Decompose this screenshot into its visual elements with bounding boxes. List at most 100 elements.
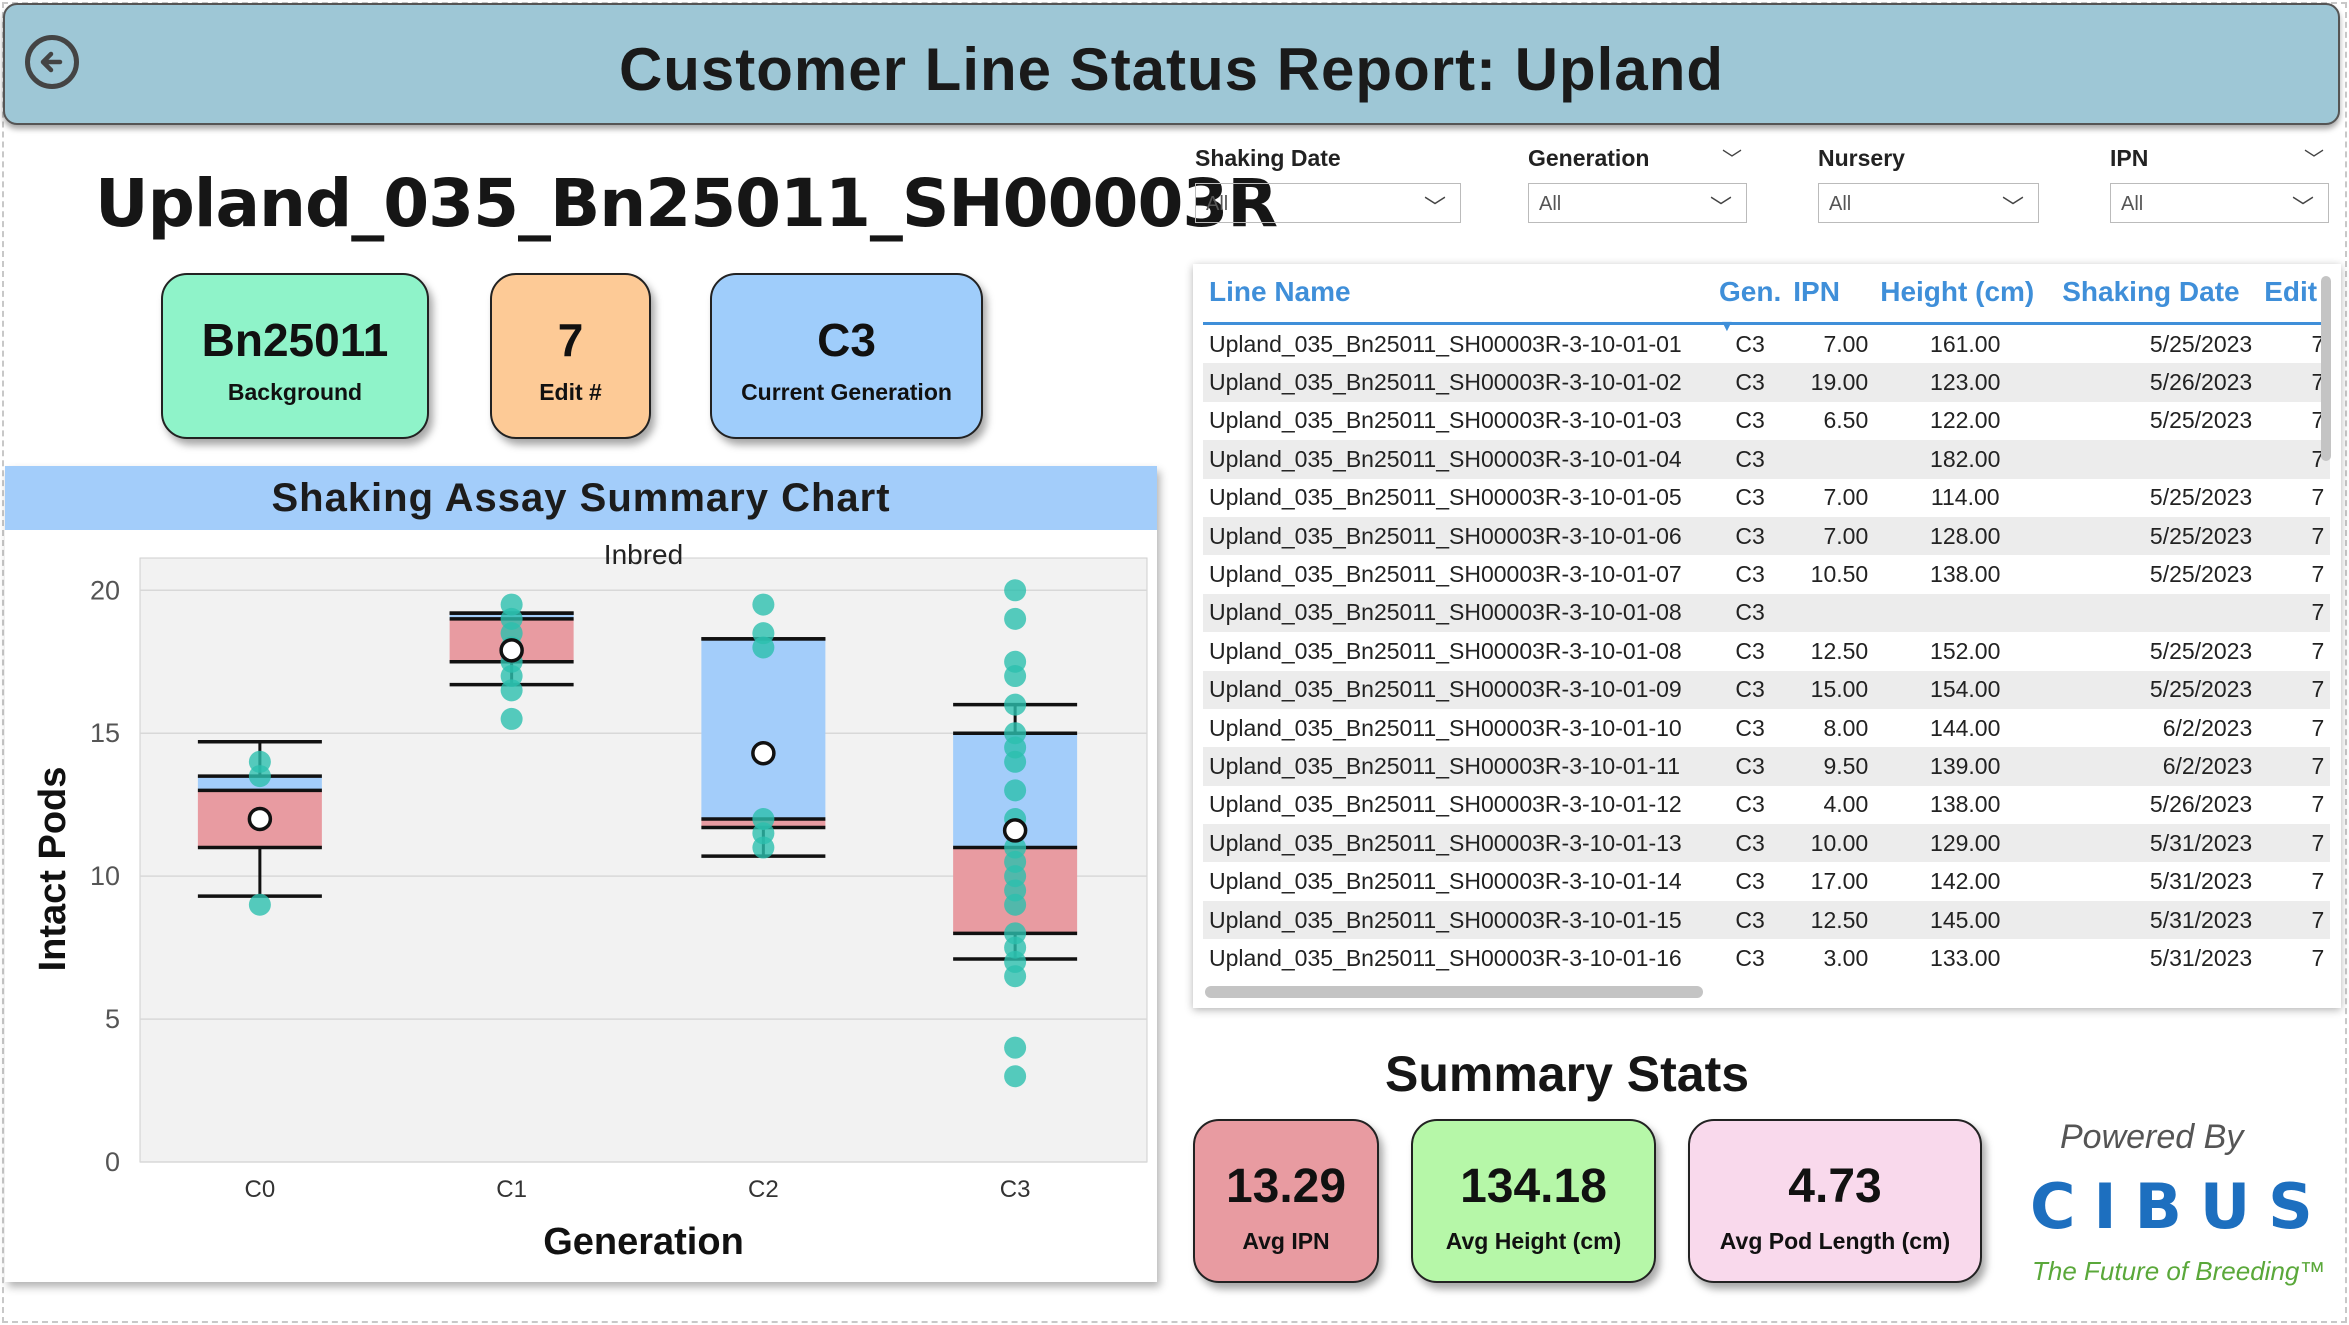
table-cell [1787,593,1875,633]
data-point [1004,693,1027,716]
table-cell: 7 [2258,900,2331,940]
column-header-height[interactable]: Height (cm) [1874,276,2057,325]
filter-shaking-date[interactable]: Shaking Date All ﹀ [1195,145,1461,223]
avg-ipn-label: Avg IPN [1242,1228,1330,1254]
table-row[interactable]: Upland_035_Bn25011_SH00003R-3-10-01-01 C3… [1203,324,2330,364]
table-cell: 5/25/2023 [2149,484,2253,511]
table-cell: Upland_035_Bn25011_SH00003R-3-10-01-10 [1209,714,1682,741]
filter-nursery[interactable]: Nursery All ﹀ [1818,145,2039,223]
avg-height-value: 134.18 [1460,1160,1607,1213]
table-cell: 182.00 [1874,440,2057,479]
table-cell: Upland_035_Bn25011_SH00003R-3-10-01-03 [1209,407,1682,434]
summary-stats-title: Summary Stats [1385,1046,1750,1102]
table-cell: 154.00 [1874,670,2057,709]
data-point [248,750,271,773]
table-row[interactable]: Upland_035_Bn25011_SH00003R-3-10-01-06 C3… [1203,516,2331,556]
table-cell: C3 [1735,868,1765,895]
data-point [500,707,523,730]
horizontal-scrollbar[interactable] [1205,986,1703,998]
table-cell: Upland_035_Bn25011_SH00003R-3-10-01-04 [1203,440,1713,479]
table-cell: 6/2/2023 [2056,747,2259,786]
table-cell: 12.50 [1787,900,1875,940]
table-row[interactable]: Upland_035_Bn25011_SH00003R-3-10-01-15 C3… [1203,900,2331,940]
table-cell: 128.00 [1874,516,2057,556]
table-cell: 5/25/2023 [2056,670,2259,709]
table-cell: 7 [2311,791,2325,818]
table-cell: Upland_035_Bn25011_SH00003R-3-10-01-08 [1203,593,1713,633]
table-row[interactable]: Upland_035_Bn25011_SH00003R-3-10-01-09 C3… [1203,670,2331,709]
table-cell: Upland_035_Bn25011_SH00003R-3-10-01-07 [1209,561,1682,588]
table-cell: C3 [1735,791,1765,818]
table-cell: 5/25/2023 [2149,407,2253,434]
table-cell: Upland_035_Bn25011_SH00003R-3-10-01-05 [1209,484,1682,511]
table-cell: 6.50 [1823,407,1869,434]
table-cell: 12.50 [1810,637,1869,664]
filter-generation[interactable]: Generation ﹀ All ﹀ [1528,145,1747,223]
table-row[interactable]: Upland_035_Bn25011_SH00003R-3-10-01-08 C3… [1203,632,2330,670]
avg-height-card: 134.18 Avg Height (cm) [1411,1119,1656,1283]
table-cell: C3 [1735,944,1765,971]
y-axis-label: Intact Pods [32,767,74,972]
table-cell: 7.00 [1823,330,1869,357]
table-cell: C3 [1713,670,1788,709]
filter-dropdown[interactable]: All ﹀ [1528,183,1747,223]
table-cell: 10.50 [1810,561,1869,588]
table-cell: C3 [1735,407,1765,434]
table-cell: 15.00 [1787,670,1875,709]
column-header-gen[interactable]: Gen. ▼ [1713,276,1788,335]
table-cell: 7 [2258,824,2331,863]
filter-label: Shaking Date [1195,145,1341,171]
filter-dropdown[interactable]: All ﹀ [2110,183,2329,223]
table-cell: 6/2/2023 [2162,714,2253,741]
vertical-scrollbar[interactable] [2321,276,2331,461]
table-body: Upland_035_Bn25011_SH00003R-3-10-01-01 C3… [1203,324,2331,978]
table-cell: C3 [1735,484,1765,511]
cibus-logo: CIBUS [2030,1170,2331,1243]
filter-value: All [1829,193,1852,215]
column-header-edit[interactable]: Edit [2258,276,2331,325]
generation-label: Current Generation [741,379,952,405]
table-cell: Upland_035_Bn25011_SH00003R-3-10-01-12 [1209,791,1682,818]
table-cell: Upland_035_Bn25011_SH00003R-3-10-01-13 [1203,824,1713,863]
shaking-chart-panel: Shaking Assay Summary Chart 0 5 10 15 20 Inbr… [5,466,1157,1282]
table-row[interactable]: Upland_035_Bn25011_SH00003R-3-10-01-13 C3… [1203,824,2331,863]
table-row[interactable]: Upland_035_Bn25011_SH00003R-3-10-01-16 C3… [1203,939,2330,977]
x-axis-label: Generation [543,1221,744,1263]
chevron-down-icon[interactable]: ﹀ [1722,143,1742,172]
background-card: Bn25011 Background [161,273,429,439]
chevron-down-icon[interactable]: ﹀ [2304,143,2324,172]
data-point [1004,579,1027,602]
column-header-label: Gen. [1719,276,1782,307]
table-cell: 122.00 [1930,407,2001,434]
table-row[interactable]: Upland_035_Bn25011_SH00003R-3-10-01-08 C3… [1203,593,2331,633]
table-row[interactable]: Upland_035_Bn25011_SH00003R-3-10-01-10 C3… [1203,709,2330,747]
table-cell: 7 [2311,484,2325,511]
filter-dropdown[interactable]: All ﹀ [1195,183,1461,223]
sort-descending-icon: ▼ [1719,318,1735,335]
table-row[interactable]: Upland_035_Bn25011_SH00003R-3-10-01-12 C3… [1203,786,2330,824]
chevron-down-icon: ﹀ [1709,195,1732,220]
table-row[interactable]: Upland_035_Bn25011_SH00003R-3-10-01-03 C3… [1203,402,2330,440]
data-point [1004,607,1027,630]
column-header-line-name[interactable]: Line Name [1203,276,1713,325]
filter-label: Nursery [1818,145,1905,171]
chevron-down-icon: ﹀ [1423,195,1446,220]
y-tick-label: 0 [105,1147,120,1177]
table-cell: 4.00 [1823,791,1869,818]
table-row[interactable]: Upland_035_Bn25011_SH00003R-3-10-01-07 C3… [1203,555,2330,593]
column-header-shaking-date[interactable]: Shaking Date [2056,276,2259,325]
filter-ipn[interactable]: IPN ﹀ All ﹀ [2110,145,2329,223]
table-cell: 5/31/2023 [2056,900,2259,940]
column-header-ipn[interactable]: IPN [1787,276,1875,325]
table-cell: 7 [2258,670,2331,709]
table-cell: 7 [2311,330,2325,357]
avg-height-label: Avg Height (cm) [1445,1228,1622,1254]
edit-value: 7 [557,314,584,366]
data-point [248,893,271,916]
table-row[interactable]: Upland_035_Bn25011_SH00003R-3-10-01-04 C3… [1203,440,2331,479]
table-row[interactable]: Upland_035_Bn25011_SH00003R-3-10-01-02 C3… [1203,363,2331,402]
filter-dropdown[interactable]: All ﹀ [1818,183,2039,223]
table-row[interactable]: Upland_035_Bn25011_SH00003R-3-10-01-14 C3… [1203,862,2330,900]
table-row[interactable]: Upland_035_Bn25011_SH00003R-3-10-01-05 C3… [1203,479,2330,517]
table-row[interactable]: Upland_035_Bn25011_SH00003R-3-10-01-11 C3… [1203,747,2331,786]
